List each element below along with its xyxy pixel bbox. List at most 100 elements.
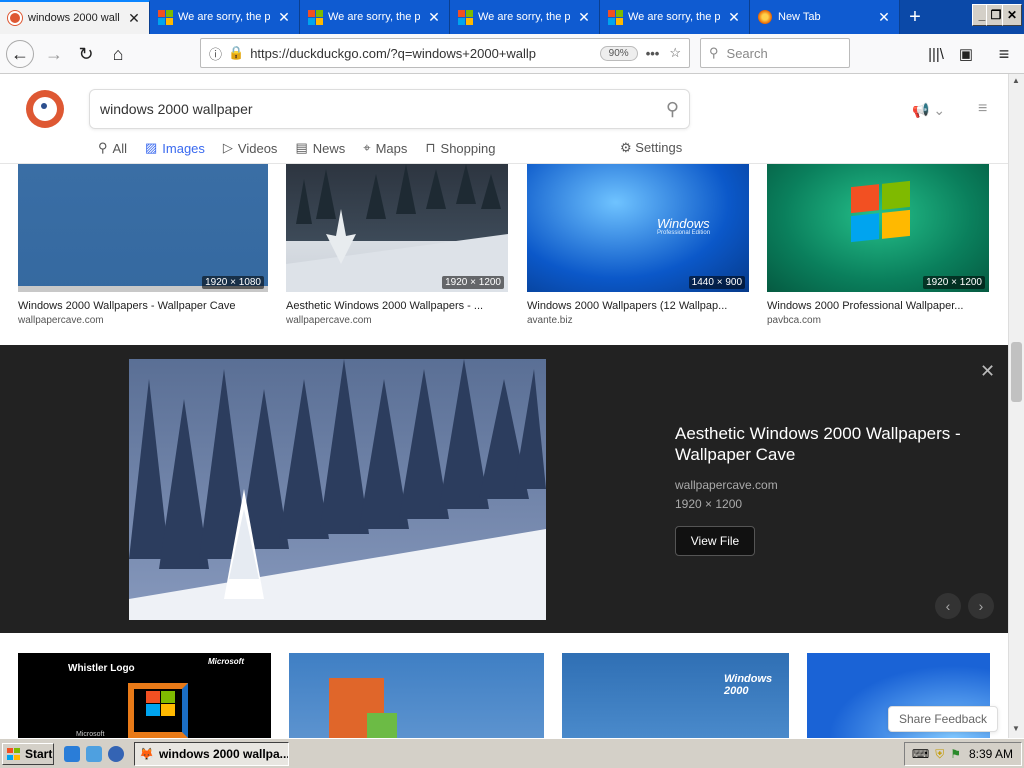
detail-source[interactable]: wallpapercave.com — [675, 478, 778, 492]
close-window-button[interactable]: ✕ — [1002, 4, 1022, 26]
snowy-forest-image — [129, 359, 546, 620]
scroll-up-icon[interactable]: ▲ — [1012, 76, 1020, 85]
search-query[interactable]: windows 2000 wallpaper — [100, 101, 666, 117]
tab-images[interactable]: ▨ Images — [145, 140, 205, 156]
tab-close-icon[interactable]: ✕ — [727, 9, 741, 26]
microsoft-icon — [458, 10, 473, 25]
result-thumb-2[interactable]: 1920 × 1200 — [286, 164, 508, 292]
url-bar[interactable]: ⓘ 🔒 https://duckduckgo.com/?q=windows+20… — [200, 38, 690, 68]
firefox-icon — [758, 10, 772, 24]
network-icon[interactable]: ⚑ — [950, 747, 961, 761]
share-feedback-button[interactable]: Share Feedback — [888, 706, 998, 732]
tab-label: News — [312, 140, 346, 156]
tab-close-icon[interactable]: ✕ — [877, 9, 891, 26]
windows-2000-text: Windows 2000 — [724, 673, 773, 697]
tab-label: Maps — [375, 140, 408, 156]
image-dimensions: 1920 × 1200 — [923, 276, 985, 289]
tab-maps[interactable]: ⌖ Maps — [363, 140, 407, 156]
microsoft-icon — [608, 10, 623, 25]
result-title[interactable]: Aesthetic Windows 2000 Wallpapers - ... — [286, 300, 508, 312]
image-dimensions: 1920 × 1200 — [442, 276, 504, 289]
library-icon[interactable]: |||\ — [922, 40, 950, 68]
megaphone-icon[interactable]: 📢 ⌄ — [912, 102, 945, 119]
result-thumb-5[interactable]: Whistler Logo Microsoft Microsoft — [18, 653, 271, 738]
back-arrow-icon[interactable]: ← — [6, 40, 34, 68]
result-title[interactable]: Windows 2000 Professional Wallpaper... — [767, 300, 989, 312]
page-actions-icon[interactable]: ••• — [646, 46, 660, 61]
scroll-down-icon[interactable]: ▼ — [1012, 724, 1020, 733]
new-tab-plus-icon[interactable]: + — [900, 0, 930, 34]
result-source[interactable]: wallpapercave.com — [286, 315, 372, 326]
result-title[interactable]: Windows 2000 Wallpapers (12 Wallpap... — [527, 300, 749, 312]
image-dimensions: 1920 × 1080 — [202, 276, 264, 289]
tab-label: Videos — [237, 140, 278, 156]
result-thumb-7[interactable]: Windows 2000 — [562, 653, 789, 738]
start-label: Start — [25, 747, 53, 761]
sidebar-icon[interactable]: ▣ — [952, 40, 980, 68]
view-file-button[interactable]: View File — [675, 526, 755, 556]
media-player-icon[interactable] — [108, 746, 124, 762]
keyboard-icon[interactable]: ⌨ — [912, 747, 929, 761]
tab-microsoft-4[interactable]: We are sorry, the p ✕ — [600, 0, 750, 34]
duckduckgo-logo[interactable] — [26, 90, 64, 128]
browser-search-input[interactable]: ⚲ Search — [700, 38, 850, 68]
search-icon: ⚲ — [709, 45, 719, 60]
tab-microsoft-1[interactable]: We are sorry, the p ✕ — [150, 0, 300, 34]
tab-microsoft-2[interactable]: We are sorry, the p ✕ — [300, 0, 450, 34]
scrollbar-thumb[interactable] — [1011, 342, 1022, 402]
result-thumb-3[interactable]: Windows Professional Edition 1440 × 900 — [527, 164, 749, 292]
search-icon[interactable]: ⚲ — [666, 99, 679, 120]
forward-arrow-icon[interactable]: → — [40, 40, 68, 68]
tab-close-icon[interactable]: ✕ — [277, 9, 291, 26]
ddg-header: windows 2000 wallpaper ⚲ ⚲ All ▨ Images ▷ V… — [0, 74, 1010, 164]
tab-videos[interactable]: ▷ Videos — [223, 140, 278, 156]
tab-close-icon[interactable]: ✕ — [127, 10, 141, 27]
result-source[interactable]: wallpapercave.com — [18, 315, 104, 326]
ddg-search-input[interactable]: windows 2000 wallpaper ⚲ — [89, 89, 690, 129]
close-icon[interactable]: ✕ — [980, 361, 995, 382]
outlook-express-icon[interactable] — [86, 746, 102, 762]
windows-flag-icon — [7, 748, 21, 760]
microsoft-text: Microsoft — [76, 731, 105, 738]
tab-news[interactable]: ▤ News — [295, 140, 345, 156]
start-button[interactable]: Start — [2, 743, 54, 765]
ddg-menu-icon[interactable]: ≡ — [978, 100, 987, 118]
result-thumb-4[interactable]: 1920 × 1200 — [767, 164, 989, 292]
tab-close-icon[interactable]: ✕ — [427, 9, 441, 26]
detail-title[interactable]: Aesthetic Windows 2000 Wallpapers - Wall… — [675, 423, 975, 465]
next-chevron-icon[interactable]: › — [968, 593, 994, 619]
lock-icon: 🔒 — [228, 45, 245, 60]
browser-toolbar: ← → ↻ ⌂ ⓘ 🔒 https://duckduckgo.com/?q=wi… — [0, 34, 1024, 74]
tab-all[interactable]: ⚲ All — [98, 140, 127, 156]
internet-explorer-icon[interactable] — [64, 746, 80, 762]
tab-close-icon[interactable]: ✕ — [577, 9, 591, 26]
result-source[interactable]: pavbca.com — [767, 315, 821, 326]
windows-taskbar: Start 🦊 windows 2000 wallpa... ⌨ ⛨ ⚑ 8:3… — [0, 738, 1024, 768]
page-scrollbar[interactable]: ▲ ▼ — [1008, 74, 1024, 738]
info-icon[interactable]: ⓘ — [209, 44, 222, 63]
settings-sliders-icon: ⚙ — [620, 140, 632, 155]
settings-link[interactable]: ⚙ Settings — [620, 140, 682, 156]
shield-icon[interactable]: ⛨ — [935, 747, 944, 762]
tab-label: New Tab — [778, 11, 821, 23]
result-thumb-1[interactable]: 1920 × 1080 — [18, 164, 268, 292]
image-detail-panel: Aesthetic Windows 2000 Wallpapers - Wall… — [0, 345, 1008, 633]
bookmark-star-icon[interactable]: ☆ — [669, 45, 681, 61]
result-thumb-6[interactable] — [289, 653, 544, 738]
prev-chevron-icon[interactable]: ‹ — [935, 593, 961, 619]
taskbar-window-firefox[interactable]: 🦊 windows 2000 wallpa... — [134, 742, 289, 766]
zoom-badge[interactable]: 90% — [599, 45, 638, 61]
clock[interactable]: 8:39 AM — [969, 747, 1013, 761]
menu-icon[interactable]: ≡ — [990, 40, 1018, 68]
tab-label: All — [112, 140, 127, 156]
tab-duckduckgo[interactable]: windows 2000 wall ✕ — [0, 0, 150, 34]
result-title[interactable]: Windows 2000 Wallpapers - Wallpaper Cave — [18, 300, 268, 312]
url-text[interactable]: https://duckduckgo.com/?q=windows+2000+w… — [250, 46, 591, 61]
tab-new-tab[interactable]: New Tab ✕ — [750, 0, 900, 34]
result-source[interactable]: avante.biz — [527, 315, 573, 326]
detail-image[interactable] — [129, 359, 546, 620]
home-icon[interactable]: ⌂ — [104, 40, 132, 68]
tab-shopping[interactable]: ⊓ Shopping — [425, 140, 495, 156]
reload-icon[interactable]: ↻ — [72, 40, 100, 68]
tab-microsoft-3[interactable]: We are sorry, the p ✕ — [450, 0, 600, 34]
